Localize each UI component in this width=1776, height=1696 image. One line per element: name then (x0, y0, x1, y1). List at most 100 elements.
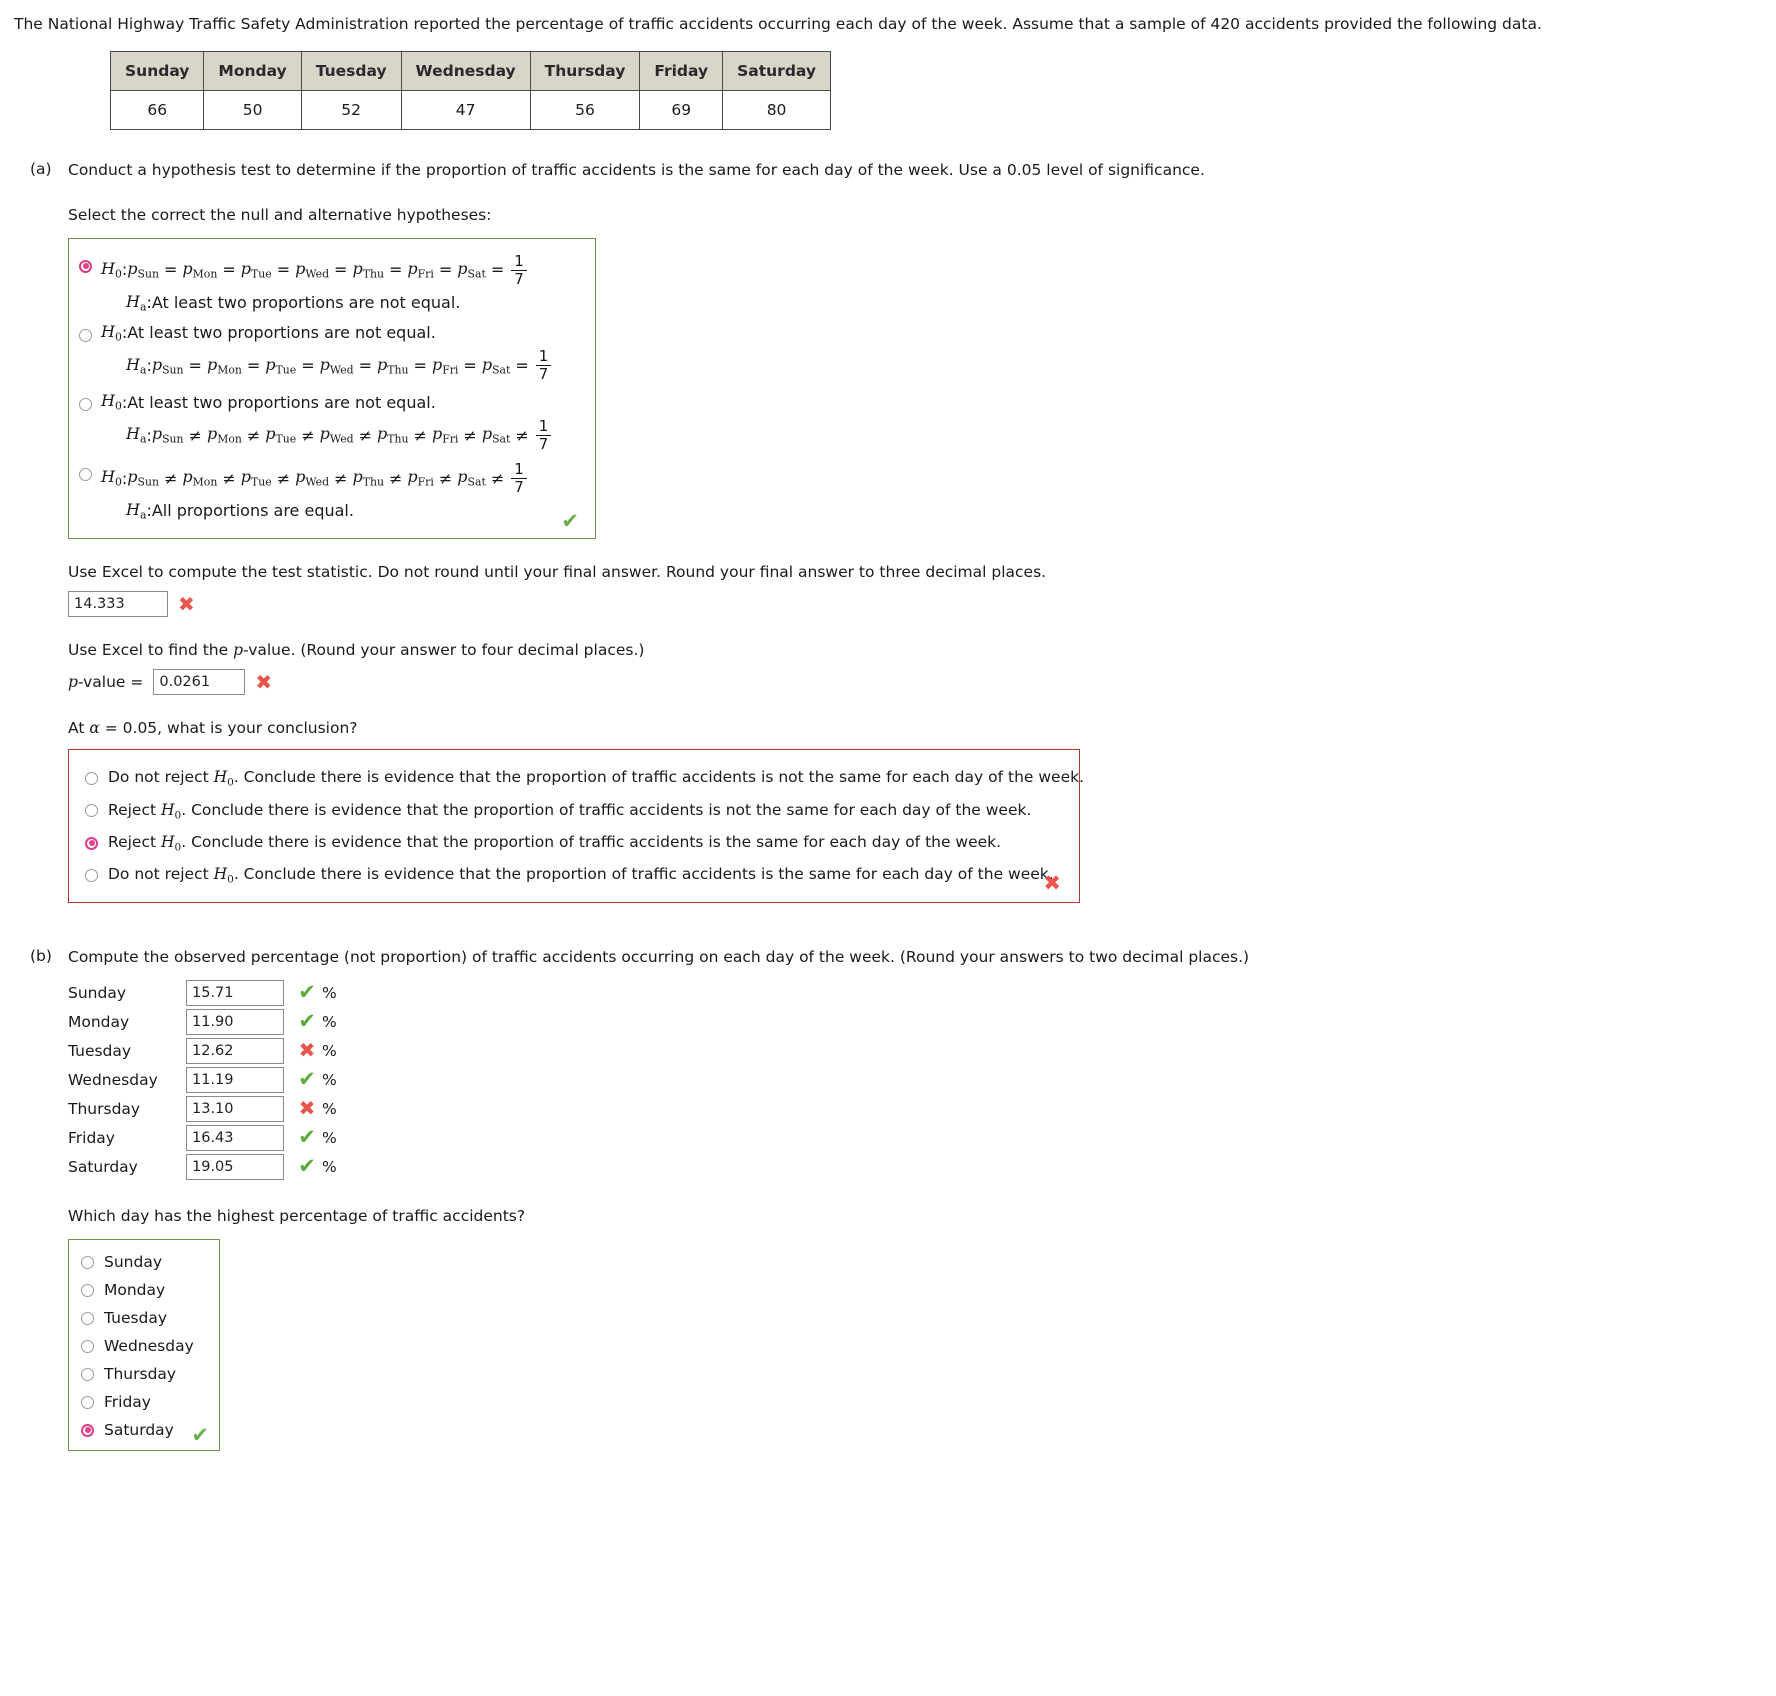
p-sat: pSat (481, 354, 511, 377)
operator-symbol: = (490, 260, 505, 280)
h-null-symbol: H0 (213, 768, 234, 789)
table-header-sunday: Sunday (109, 50, 205, 91)
conclusion-option-4[interactable]: Do not reject H0. Conclude there is evid… (79, 859, 1065, 891)
hypothesis-option-3[interactable]: H0: At least two proportions are not equ… (79, 389, 581, 454)
day-radio-wednesday[interactable] (81, 1339, 94, 1353)
conclusion-option-list: Do not reject H0. Conclude there is evid… (69, 750, 1084, 901)
operator-symbol: ≠ (301, 425, 315, 445)
conclusion-radio-1[interactable] (85, 771, 98, 785)
table-cell-wednesday: 47 (400, 89, 531, 130)
wrong-x-icon-tuesday: ✖ (298, 1038, 316, 1063)
table-cell-tuesday: 52 (300, 89, 402, 130)
p-value-input[interactable] (153, 669, 246, 696)
conclusion-radio-4[interactable] (85, 869, 98, 883)
day-option-label: Monday (104, 1281, 166, 1300)
day-option-friday[interactable]: Friday (69, 1388, 219, 1416)
operator-symbol: ≠ (515, 425, 529, 445)
day-option-sunday[interactable]: Sunday (69, 1248, 219, 1276)
operator-symbol: = (163, 260, 178, 280)
percentage-input-friday[interactable] (186, 1124, 284, 1151)
percentage-input-sunday[interactable] (186, 979, 284, 1006)
hypothesis-option-2[interactable]: H0: At least two proportions are not equ… (79, 320, 581, 385)
percentage-row: Sunday ✔% (68, 978, 1776, 1007)
percentage-input-thursday[interactable] (186, 1095, 284, 1122)
p-value-label: p-value = (68, 673, 143, 691)
percent-sign: % (322, 1099, 337, 1118)
hypothesis-radio-1[interactable] (79, 259, 92, 273)
h-null-symbol: H0 (213, 865, 234, 886)
p-value-prompt-prefix: Use Excel to find the (68, 641, 234, 660)
p-mon: pMon (182, 467, 218, 489)
correct-check-icon-friday: ✔ (298, 1125, 316, 1150)
test-statistic-row: ✖ (68, 591, 1776, 618)
percent-sign: % (322, 1128, 337, 1147)
day-option-tuesday[interactable]: Tuesday (69, 1304, 219, 1332)
p-thu: pThu (377, 424, 409, 446)
p-tue: pTue (265, 424, 297, 446)
test-statistic-wrong-icon: ✖ (178, 592, 195, 617)
day-radio-monday[interactable] (81, 1283, 94, 1297)
fraction-one-seventh: 17 (535, 349, 552, 382)
conclusion-option-3[interactable]: Reject H0. Conclude there is evidence th… (79, 827, 1065, 859)
operator-symbol: = (358, 356, 373, 376)
day-radio-thursday[interactable] (81, 1367, 94, 1381)
fraction-one-seventh: 17 (535, 418, 552, 452)
hypothesis-radio-3[interactable] (79, 398, 92, 412)
day-radio-friday[interactable] (81, 1395, 94, 1409)
conclusion-option-label: Reject H0. Conclude there is evidence th… (108, 833, 1002, 854)
hypothesis-text: At least two proportions are not equal. (151, 293, 461, 313)
percentage-input-tuesday[interactable] (186, 1037, 284, 1064)
proportion-chain: pSun = pMon = pTue = pWed = pThu = pFri = pSat = 1 7 (127, 253, 529, 287)
hypothesis-option-1[interactable]: H0: pSun = pMon = pTue = pWed = pThu = pFri = pSat = 1… (79, 251, 581, 316)
operator-symbol: ≠ (358, 425, 373, 445)
day-option-thursday[interactable]: Thursday (69, 1360, 219, 1388)
p-mon: pMon (206, 424, 242, 446)
percentage-input-saturday[interactable] (186, 1153, 284, 1180)
percent-sign: % (322, 1012, 337, 1031)
hypothesis-line-ha: Ha: pSun ≠ pMon ≠ pTue ≠ pWed ≠ pThu ≠ pFri ≠ pSat ≠ 1… (101, 416, 581, 455)
operator-symbol: ≠ (188, 425, 202, 445)
correct-check-icon-saturday: ✔ (298, 1154, 316, 1179)
p-tue: pTue (265, 354, 297, 377)
day-option-wednesday[interactable]: Wednesday (69, 1332, 219, 1360)
correct-check-icon-monday: ✔ (298, 1009, 316, 1034)
conclusion-radio-3[interactable] (85, 836, 98, 850)
wrong-x-icon-thursday: ✖ (298, 1096, 316, 1121)
table-row: 66 50 52 47 56 69 80 (109, 89, 832, 130)
table-cell-saturday: 80 (722, 89, 832, 130)
percentage-label-friday: Friday (68, 1128, 115, 1147)
hypotheses-answer-box: H0: pSun = pMon = pTue = pWed = pThu = pFri = pSat = 1… (68, 237, 596, 540)
day-option-label: Tuesday (104, 1309, 168, 1328)
percentage-input-monday[interactable] (186, 1008, 284, 1035)
hypothesis-radio-4[interactable] (79, 467, 92, 481)
day-option-monday[interactable]: Monday (69, 1276, 219, 1304)
day-option-label: Saturday (104, 1421, 174, 1440)
part-b-letter: (b) (30, 946, 52, 965)
hypothesis-radio-2[interactable] (79, 329, 92, 343)
hypotheses-option-list: H0: pSun = pMon = pTue = pWed = pThu = pFri = pSat = 1… (69, 239, 595, 539)
conclusion-option-2[interactable]: Reject H0. Conclude there is evidence th… (79, 795, 1065, 827)
percentage-row: Friday ✔% (68, 1123, 1776, 1152)
day-radio-tuesday[interactable] (81, 1311, 94, 1325)
percent-sign: % (322, 1041, 337, 1060)
test-statistic-input[interactable] (68, 591, 168, 618)
hypothesis-text: At least two proportions are not equal. (127, 323, 436, 343)
day-radio-saturday[interactable] (81, 1423, 94, 1437)
percentage-input-wednesday[interactable] (186, 1066, 284, 1093)
conclusion-option-1[interactable]: Do not reject H0. Conclude there is evid… (79, 762, 1084, 794)
percentage-input-list: Sunday✔%Monday✔%Tuesday✖%Wednesday✔%Thur… (68, 978, 1776, 1181)
fraction-one-seventh: 17 (511, 461, 527, 495)
table-cell-monday: 50 (203, 89, 302, 130)
hypothesis-line-ha: Ha: pSun = pMon = pTue = pWed = pThu = pFri = pSat = 1… (101, 346, 581, 385)
highest-day-question: Which day has the highest percentage of … (68, 1207, 526, 1226)
table-cell-sunday: 66 (109, 89, 205, 130)
p-wed: pWed (319, 354, 354, 377)
p-sun: pSun (151, 424, 184, 446)
day-radio-sunday[interactable] (81, 1255, 94, 1269)
conclusion-radio-2[interactable] (85, 804, 98, 818)
fraction-one-seventh: 17 (511, 253, 527, 287)
hypothesis-line-h0: H0: pSun = pMon = pTue = pWed = pThu = pFri = pSat = 1… (101, 251, 581, 290)
hypothesis-option-4[interactable]: H0: pSun ≠ pMon ≠ pTue ≠ pWed ≠ pThu ≠ pFri ≠ pSat ≠ 1… (79, 459, 581, 524)
percent-sign: % (322, 1157, 337, 1176)
operator-symbol: = (246, 356, 261, 376)
